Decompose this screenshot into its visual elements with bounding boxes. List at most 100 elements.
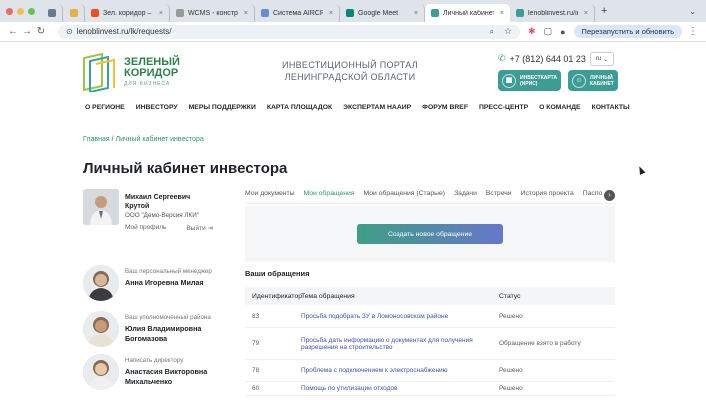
portal-title-line-1: ИНВЕСТИЦИОННЫЙ ПОРТАЛ: [282, 60, 418, 70]
create-request-button[interactable]: Создать новое обращение: [357, 224, 503, 244]
cabinet-tab[interactable]: Задачи: [454, 190, 477, 203]
back-icon[interactable]: ←: [6, 26, 20, 37]
close-tab-icon[interactable]: ×: [159, 10, 163, 17]
column-topic: Тема обращения: [301, 292, 355, 300]
logout-link[interactable]: Выйти ⇥: [186, 224, 213, 232]
cabinet-tab[interactable]: Мои обращения (Старые): [364, 190, 446, 203]
logo-wordmark: ЗЕЛЕНЫЙ КОРИДОР: [124, 57, 180, 79]
table-row[interactable]: 79 Просьба дать информацию о документах д…: [245, 328, 615, 360]
cabinet-tab[interactable]: Встречи: [486, 190, 512, 203]
investmap-label-2: (ИРИС): [520, 80, 538, 87]
menu-dots-icon[interactable]: ⋮: [686, 26, 700, 37]
browser-tab[interactable]: Личный кабинет... ×: [425, 4, 510, 22]
breadcrumb-home[interactable]: Главная: [83, 136, 110, 143]
nav-item[interactable]: КАРТА ПЛОЩАДОК: [267, 104, 332, 111]
profile-icon[interactable]: ●: [560, 27, 565, 37]
user-icon: ☺: [572, 73, 586, 88]
tab-favicon-icon: [346, 9, 354, 17]
nav-item[interactable]: ФОРУМ BREF: [422, 104, 468, 111]
browser-tab[interactable]: lenoblinvest.ru/inve... ×: [510, 4, 595, 22]
restart-update-button[interactable]: Перезапустить и обновить: [573, 25, 682, 38]
browser-tab[interactable]: [41, 4, 63, 22]
cabinet-tab[interactable]: Мои документы: [245, 190, 295, 203]
request-topic[interactable]: Просьба дать информацию о документах для…: [301, 337, 499, 351]
new-tab-icon[interactable]: +: [601, 5, 607, 17]
investmap-button[interactable]: ▦ ИНВЕСТКАРТА (ИРИС): [498, 70, 561, 91]
cabinet-tab[interactable]: История проекта: [521, 190, 574, 203]
phone-number: +7 (812) 644 01 23: [509, 53, 586, 64]
zoom-icon[interactable]: ⌕: [489, 27, 493, 37]
minimize-window-button[interactable]: [17, 7, 24, 15]
browser-tabs: Зел. коридор – Fig...×WCMS - конструк...…: [41, 0, 595, 22]
forward-icon[interactable]: →: [20, 26, 34, 37]
address-bar[interactable]: ⊙ lenoblinvest.ru/lk/requests/ ⌕ ☆: [58, 24, 521, 39]
browser-tab-strip: Зел. коридор – Fig...×WCMS - конструк...…: [0, 0, 706, 22]
extensions-puzzle-icon[interactable]: ▢: [544, 26, 553, 37]
contact-name: Анастасия Викторовна Михальченко: [125, 367, 208, 386]
main-navigation: О РЕГИОНЕ ИНВЕСТОРУ МЕРЫ ПОДДЕРЖКИ КАРТА ПЛ…: [85, 104, 641, 111]
window-controls: [6, 7, 35, 15]
nav-item[interactable]: О РЕГИОНЕ: [85, 104, 125, 111]
close-tab-icon[interactable]: ×: [329, 10, 333, 17]
browser-tab[interactable]: Google Meet ×: [340, 4, 425, 22]
browser-tab[interactable]: Зел. коридор – Fig... ×: [85, 4, 170, 22]
maximize-window-button[interactable]: [28, 7, 35, 15]
cabinet-tabs: Мои документы Мои обращения Мои обращения …: [245, 190, 615, 204]
request-topic[interactable]: Помощь по утилизации отходов: [301, 385, 499, 392]
request-status: Решено: [499, 312, 523, 320]
url-text: lenoblinvest.ru/lk/requests/: [76, 27, 172, 36]
create-request-panel: Создать новое обращение: [245, 206, 615, 262]
close-tab-icon[interactable]: ×: [584, 10, 588, 17]
phone-icon: ✆: [498, 53, 506, 63]
table-row[interactable]: 60 Помощь по утилизации отходов Решено: [245, 382, 615, 396]
nav-item[interactable]: ЭКСПЕРТАМ НААИР: [343, 104, 411, 111]
page-title: Личный кабинет инвестора: [83, 160, 288, 177]
table-header: Идентификатор Тема обращения Статус: [245, 287, 615, 305]
tabs-next-icon[interactable]: ›: [604, 190, 615, 201]
phone-link[interactable]: ✆ +7 (812) 644 01 23: [498, 53, 586, 64]
tab-favicon-icon: [261, 9, 269, 17]
request-topic[interactable]: Проблема с подключением к электроснабжен…: [301, 367, 499, 374]
close-tab-icon[interactable]: ×: [414, 10, 418, 17]
requests-section-title: Ваши обращения: [245, 269, 310, 278]
browser-tab[interactable]: Система AIRCRM ×: [255, 4, 340, 22]
table-row[interactable]: 83 Просьба подобрать ЗУ в Ломоносовском р…: [245, 305, 615, 328]
table-row[interactable]: 78 Проблема с подключением к электроснабж…: [245, 360, 615, 382]
nav-item[interactable]: МЕРЫ ПОДДЕРЖКИ: [189, 104, 256, 111]
logo-subtitle: ДЛЯ БИЗНЕСА: [124, 81, 171, 87]
user-name: Михаил Сергеевич Крутой: [125, 194, 191, 210]
logo-line-2: КОРИДОР: [124, 67, 179, 79]
tab-search-icon[interactable]: ⌄: [689, 7, 696, 16]
tab-label: Зел. коридор – Fig...: [103, 9, 153, 17]
my-profile-link[interactable]: Мой профиль: [125, 224, 166, 232]
nav-item[interactable]: О КОМАНДЕ: [539, 104, 580, 111]
tab-favicon-icon: [69, 9, 78, 17]
close-window-button[interactable]: [6, 7, 13, 15]
logout-label: Выйти: [186, 225, 206, 232]
extension-icon[interactable]: ✱: [528, 26, 536, 37]
browser-tab[interactable]: WCMS - конструк... ×: [170, 4, 255, 22]
language-select[interactable]: ru ⌄: [590, 52, 614, 66]
tab-favicon-icon: [91, 9, 99, 17]
request-topic[interactable]: Просьба подобрать ЗУ в Ломоносовском рай…: [301, 313, 499, 320]
site-info-icon[interactable]: ⊙: [66, 27, 73, 36]
cabinet-tab[interactable]: Мои обращения: [304, 190, 355, 203]
bookmark-star-icon[interactable]: ☆: [504, 26, 512, 37]
close-tab-icon[interactable]: ×: [500, 10, 504, 17]
user-company: ООО "Демо-Версия ЛКИ": [125, 212, 199, 219]
map-icon: ▦: [502, 73, 516, 88]
table-body: 83 Просьба подобрать ЗУ в Ломоносовском р…: [245, 305, 615, 396]
browser-tab[interactable]: [63, 4, 85, 22]
request-status: Обращение взято в работу: [499, 340, 581, 347]
contact-role: Написать директору: [125, 357, 184, 364]
nav-item[interactable]: КОНТАКТЫ: [592, 104, 630, 111]
close-tab-icon[interactable]: ×: [244, 10, 248, 17]
cabinet-tab[interactable]: Паспо: [583, 190, 603, 203]
breadcrumb-current: Личный кабинет инвестора: [115, 136, 204, 143]
portal-title: ИНВЕСТИЦИОННЫЙ ПОРТАЛ ЛЕНИНГРАДСКОЙ ОБЛА…: [280, 59, 420, 83]
nav-item[interactable]: ПРЕСС-ЦЕНТР: [479, 104, 528, 111]
cabinet-button[interactable]: ☺ ЛИЧНЫЙ КАБИНЕТ: [568, 70, 618, 91]
nav-item[interactable]: ИНВЕСТОРУ: [136, 104, 178, 111]
reload-icon[interactable]: ↻: [34, 26, 48, 37]
request-id: 60: [252, 385, 260, 392]
